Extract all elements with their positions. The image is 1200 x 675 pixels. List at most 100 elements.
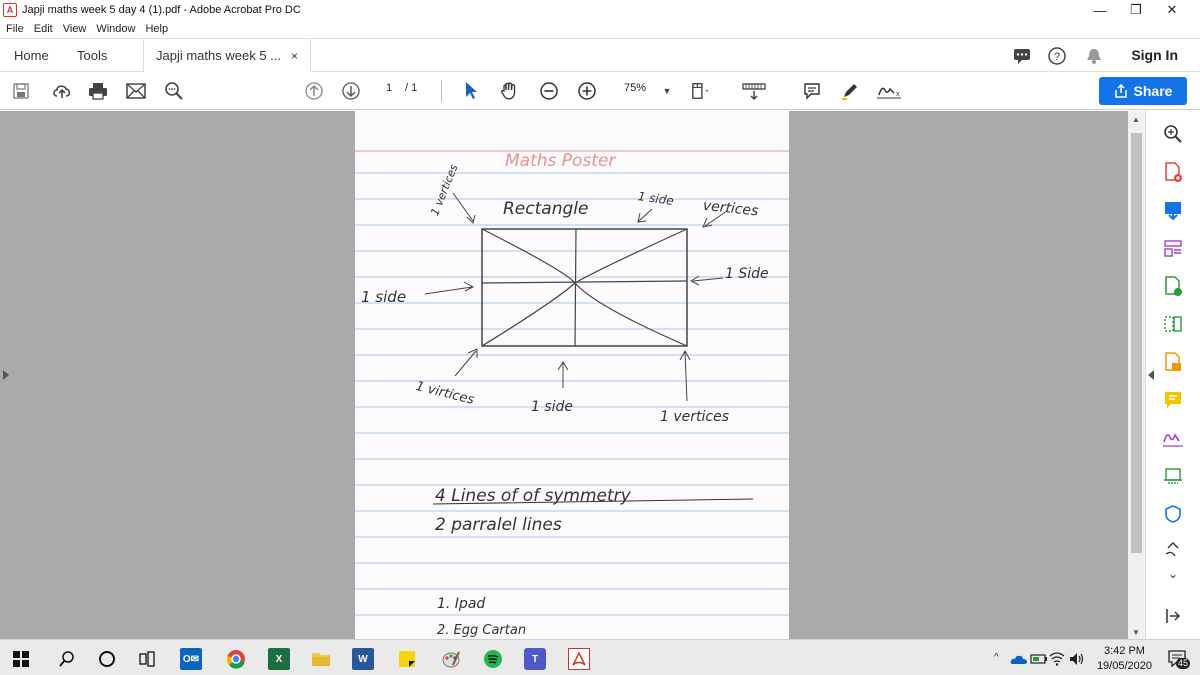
outlook-icon[interactable]: O✉ <box>180 648 202 670</box>
next-page-icon[interactable] <box>341 81 361 101</box>
label-vertices-top-left: 1 vertices <box>428 162 460 217</box>
comment-tool-icon[interactable] <box>1162 389 1184 411</box>
window-title: Japji maths week 5 day 4 (1).pdf - Adobe… <box>22 4 301 16</box>
minimize-button[interactable]: — <box>1082 0 1118 20</box>
teams-icon[interactable]: T <box>524 648 546 670</box>
volume-icon[interactable] <box>1068 648 1086 670</box>
handwritten-page-image: Maths Poster Rectangle 1 vertices 1 side… <box>355 150 789 638</box>
menu-file[interactable]: File <box>6 23 24 35</box>
file-explorer-icon[interactable] <box>310 648 332 670</box>
right-pane-toggle-icon[interactable] <box>1148 370 1154 380</box>
wifi-icon[interactable] <box>1048 648 1066 670</box>
scrollbar-thumb[interactable] <box>1131 133 1142 553</box>
windows-start-icon[interactable] <box>10 648 32 670</box>
pdf-page[interactable]: Maths Poster Rectangle 1 vertices 1 side… <box>355 111 789 639</box>
document-workspace[interactable]: Maths Poster Rectangle 1 vertices 1 side… <box>0 111 1145 639</box>
fill-sign-icon[interactable]: x <box>876 81 902 101</box>
search-tools-icon[interactable] <box>1162 123 1184 145</box>
label-side-right: 1 Side <box>725 266 769 282</box>
tab-close-icon[interactable]: × <box>291 49 298 63</box>
label-vertices-top-right: vertices <box>702 198 759 220</box>
fill-sign-tool-icon[interactable] <box>1162 427 1184 449</box>
zoom-out-icon[interactable] <box>539 81 559 101</box>
clock-date: 19/05/2020 <box>1096 660 1152 672</box>
title-bar: A Japji maths week 5 day 4 (1).pdf - Ado… <box>0 0 1200 20</box>
shape-name-text: Rectangle <box>503 199 588 219</box>
upload-cloud-icon[interactable] <box>52 81 72 101</box>
show-hidden-icons-icon[interactable]: ^ <box>994 652 999 663</box>
paint-icon[interactable] <box>440 648 462 670</box>
system-clock[interactable]: 3:42 PM 19/05/2020 <box>1097 644 1152 674</box>
close-window-button[interactable]: ✕ <box>1154 0 1190 20</box>
menu-view[interactable]: View <box>63 23 87 35</box>
onedrive-icon[interactable] <box>1010 648 1028 670</box>
spotify-icon[interactable] <box>482 648 504 670</box>
scrolling-mode-icon[interactable] <box>741 81 767 101</box>
find-icon[interactable] <box>164 81 184 101</box>
fit-page-icon[interactable] <box>691 81 711 101</box>
create-pdf-icon[interactable] <box>1162 161 1184 183</box>
collapse-pane-icon[interactable] <box>1162 605 1184 627</box>
scan-ocr-icon[interactable] <box>1162 465 1184 487</box>
expand-chevron-icon[interactable]: ⌄ <box>1162 563 1184 585</box>
acrobat-icon: A <box>3 3 17 17</box>
select-cursor-icon[interactable] <box>461 81 481 101</box>
label-side-left: 1 side <box>361 288 406 306</box>
previous-page-icon[interactable] <box>304 81 324 101</box>
notification-count-badge: 45 <box>1176 658 1191 669</box>
notification-center-icon[interactable]: 45 <box>1166 648 1191 670</box>
zoom-level-select[interactable]: 75% <box>624 82 646 94</box>
scroll-down-icon[interactable]: ▼ <box>1132 628 1140 637</box>
list-item-egg-carton: 2. Egg Cartan <box>437 623 526 638</box>
tab-document[interactable]: Japji maths week 5 ... × <box>143 39 312 72</box>
list-item-ipad: 1. Ipad <box>437 596 485 612</box>
battery-icon[interactable] <box>1030 648 1048 670</box>
request-signature-icon[interactable] <box>1162 351 1184 373</box>
bell-icon[interactable] <box>1084 46 1104 66</box>
page-number-input[interactable]: 1 <box>386 82 392 94</box>
excel-icon[interactable]: X <box>268 648 290 670</box>
compress-icon[interactable] <box>1162 313 1184 335</box>
save-icon[interactable] <box>11 81 31 101</box>
search-icon[interactable] <box>56 648 78 670</box>
scroll-up-icon[interactable]: ▲ <box>1132 115 1140 124</box>
share-button[interactable]: Share <box>1099 77 1187 105</box>
acrobat-taskbar-icon[interactable] <box>568 648 590 670</box>
comment-icon[interactable] <box>802 81 822 101</box>
cortana-icon[interactable] <box>96 648 118 670</box>
label-side-bottom: 1 side <box>531 399 573 415</box>
menu-window[interactable]: Window <box>96 23 135 35</box>
chevron-down-icon[interactable]: ▼ <box>657 81 677 101</box>
highlight-pen-icon[interactable] <box>840 81 860 101</box>
tab-document-label: Japji maths week 5 ... <box>156 48 281 63</box>
vertical-scrollbar[interactable]: ▲ ▼ <box>1128 111 1145 639</box>
protect-icon[interactable] <box>1162 503 1184 525</box>
help-icon[interactable]: ? <box>1047 46 1067 66</box>
hand-tool-icon[interactable] <box>499 81 519 101</box>
sticky-notes-icon[interactable] <box>396 648 418 670</box>
horizontal-symmetry-line <box>481 280 688 284</box>
vertical-symmetry-line <box>574 228 577 347</box>
tab-tools[interactable]: Tools <box>77 39 107 72</box>
email-icon[interactable] <box>126 81 146 101</box>
sign-in-link[interactable]: Sign In <box>1131 39 1178 72</box>
menu-help[interactable]: Help <box>145 23 168 35</box>
toolbar: 1 / 1 75% ▼ x Share <box>0 72 1200 110</box>
organize-pages-icon[interactable] <box>1162 237 1184 259</box>
chrome-icon[interactable] <box>225 648 247 670</box>
heading-text: Maths Poster <box>505 151 616 171</box>
restore-button[interactable]: ❐ <box>1118 0 1154 20</box>
export-pdf-icon[interactable] <box>1162 199 1184 221</box>
print-icon[interactable] <box>88 81 108 101</box>
share-icon <box>1114 84 1127 98</box>
zoom-in-icon[interactable] <box>577 81 597 101</box>
comment-bubble-icon[interactable] <box>1012 46 1032 66</box>
menu-edit[interactable]: Edit <box>34 23 53 35</box>
word-icon[interactable]: W <box>352 648 374 670</box>
task-view-icon[interactable] <box>136 648 158 670</box>
more-tools-icon[interactable] <box>1162 539 1184 561</box>
clock-time: 3:42 PM <box>1103 645 1145 657</box>
edit-pdf-icon[interactable] <box>1162 275 1184 297</box>
left-pane-toggle-icon[interactable] <box>3 370 9 380</box>
tab-home[interactable]: Home <box>14 39 49 72</box>
